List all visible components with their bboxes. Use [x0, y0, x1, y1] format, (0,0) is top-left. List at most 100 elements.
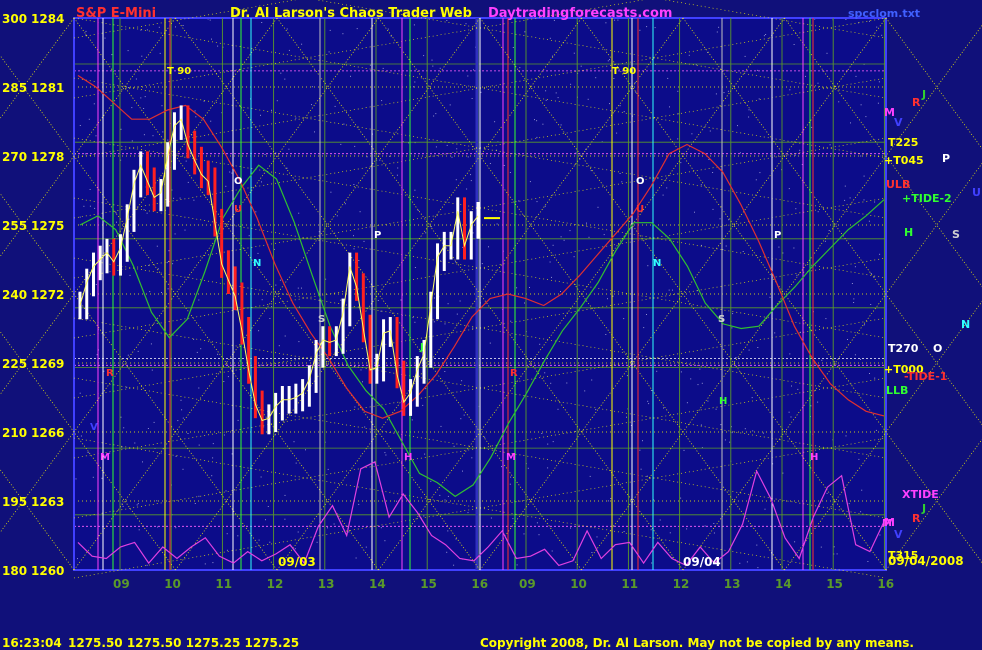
right-annotation-label: N [961, 318, 970, 331]
star-dot [656, 370, 658, 372]
star-dot [524, 31, 526, 33]
star-dot [541, 433, 543, 434]
star-dot [311, 104, 312, 106]
star-dot [329, 29, 331, 31]
star-dot [542, 123, 544, 125]
star-dot [609, 59, 610, 61]
star-dot [797, 388, 799, 390]
star-dot [544, 205, 546, 207]
star-dot [146, 564, 148, 566]
star-dot [757, 347, 759, 348]
plot-annotation-label: H [719, 396, 727, 407]
star-dot [294, 548, 296, 550]
plot-annotation-label: M [506, 452, 516, 463]
star-dot [579, 154, 581, 156]
star-dot [226, 549, 228, 551]
star-dot [573, 52, 575, 54]
star-dot [870, 273, 872, 274]
right-annotation-label: V [894, 528, 903, 541]
star-dot [217, 45, 219, 47]
star-dot [791, 385, 792, 387]
star-dot [516, 287, 518, 289]
star-dot [609, 103, 610, 105]
star-dot [209, 19, 211, 21]
star-dot [104, 37, 106, 39]
footer-time: 16:23:04 [2, 636, 62, 650]
star-dot [836, 553, 838, 555]
star-dot [732, 313, 734, 315]
star-dot [790, 416, 792, 418]
star-dot [700, 184, 702, 186]
footer-quotes: 1275.50 1275.50 1275.25 1275.25 [68, 636, 299, 650]
star-dot [433, 321, 435, 323]
star-dot [694, 211, 695, 213]
star-dot [301, 287, 302, 289]
star-dot [179, 197, 181, 199]
star-dot [264, 154, 266, 155]
star-dot [731, 432, 733, 434]
star-dot [650, 529, 652, 531]
star-dot [140, 97, 142, 99]
star-dot [225, 490, 227, 492]
star-dot [524, 302, 525, 304]
star-dot [237, 535, 239, 537]
star-dot [212, 457, 214, 459]
star-dot [353, 248, 355, 250]
star-dot [876, 26, 878, 28]
star-dot [677, 138, 679, 140]
star-dot [463, 414, 465, 416]
star-dot [589, 475, 591, 477]
star-dot [588, 236, 590, 238]
star-dot [470, 180, 472, 182]
x-tick-label: 14 [369, 577, 386, 591]
star-dot [646, 314, 647, 315]
y-right-tick-label: 1272 [31, 288, 64, 302]
star-dot [127, 354, 129, 356]
star-dot [288, 49, 290, 51]
y-left-tick-label: 270 [2, 150, 27, 164]
star-dot [456, 148, 458, 150]
star-dot [557, 408, 559, 410]
star-dot [85, 30, 87, 32]
star-dot [175, 455, 177, 457]
star-dot [860, 511, 862, 513]
right-annotation-label: T225 [888, 136, 918, 149]
star-dot [552, 244, 554, 246]
star-dot [607, 298, 608, 300]
star-dot [248, 235, 250, 237]
star-dot [623, 318, 625, 320]
star-dot [226, 533, 228, 535]
header-site-link[interactable]: Daytradingforecasts.com [488, 6, 672, 21]
star-dot [377, 300, 379, 301]
star-dot [762, 432, 764, 434]
star-dot [701, 382, 703, 384]
star-dot [512, 518, 514, 520]
star-dot [729, 441, 731, 443]
star-dot [284, 494, 286, 496]
star-dot [810, 405, 812, 407]
star-dot [529, 181, 531, 183]
star-dot [799, 149, 801, 151]
star-dot [447, 530, 449, 532]
star-dot [151, 369, 153, 371]
star-dot [713, 523, 715, 524]
star-dot [501, 466, 502, 468]
star-dot [198, 444, 200, 446]
plot-annotation-label: U [636, 204, 644, 215]
star-dot [384, 452, 386, 454]
star-dot [284, 335, 286, 337]
star-dot [518, 200, 520, 202]
star-dot [619, 105, 621, 107]
star-dot [672, 289, 673, 291]
star-dot [425, 388, 427, 390]
star-dot [512, 47, 514, 48]
star-dot [701, 244, 702, 246]
star-dot [646, 26, 648, 28]
star-dot [187, 433, 189, 434]
star-dot [87, 452, 89, 453]
chart-title: S&P E-Mini [76, 6, 156, 21]
star-dot [168, 250, 170, 252]
star-dot [460, 418, 462, 420]
star-dot [720, 424, 722, 426]
star-dot [712, 208, 714, 210]
